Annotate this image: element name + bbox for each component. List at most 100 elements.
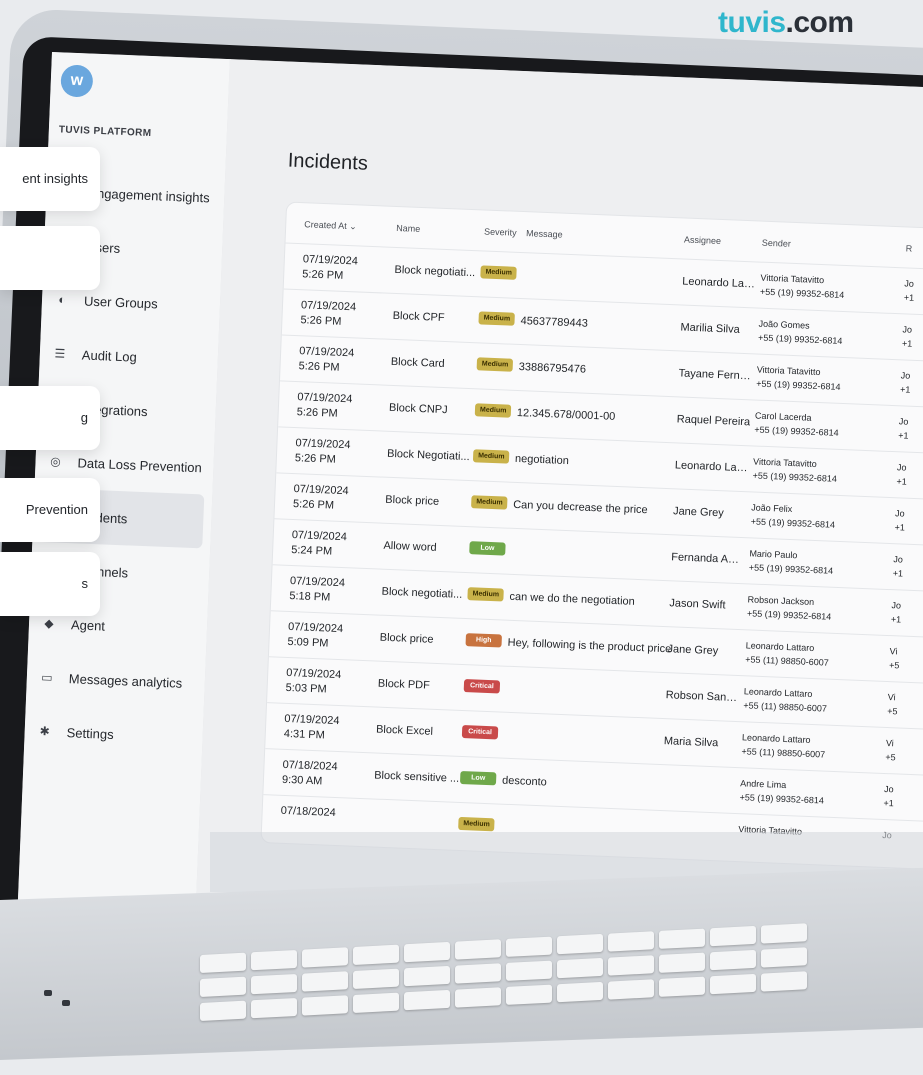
cell-severity: Medium	[477, 356, 514, 371]
cell-time: 5:26 PM	[302, 267, 358, 284]
cell-message: desconto	[502, 775, 547, 789]
cell-sender: Vittoria Tatavitto+55 (19) 99352-6814	[752, 454, 837, 485]
header-assignee: Assignee	[684, 235, 721, 246]
cell-receiver: Jo+1	[891, 598, 902, 626]
receiver-phone: +1	[900, 382, 911, 396]
header-sender: Sender	[762, 238, 791, 249]
cell-name: Block price	[385, 494, 471, 509]
cell-severity: Medium	[467, 586, 504, 601]
cell-severity: Low	[460, 770, 497, 785]
cell-name: Block Card	[391, 356, 477, 371]
sidebar-item-label: User Groups	[84, 293, 158, 311]
severity-badge: Medium	[471, 495, 508, 509]
cell-name: Block PDF	[378, 678, 464, 693]
cell-created-at: 07/19/20245:24 PM	[291, 528, 347, 560]
cell-sender: Carol Lacerda+55 (19) 99352-6814	[754, 409, 839, 440]
receiver-phone: +1	[883, 796, 894, 810]
cell-time: 5:26 PM	[296, 405, 352, 422]
brand-part-1: tuvis	[718, 6, 786, 39]
severity-badge: Medium	[477, 357, 514, 371]
cell-assignee: Leonardo Latta...	[675, 459, 749, 474]
header-severity: Severity	[484, 226, 517, 237]
cell-assignee: Robson Santos	[665, 689, 739, 704]
receiver-phone: +1	[896, 474, 907, 488]
cell-assignee: Raquel Pereira	[677, 413, 751, 428]
sender-phone: +55 (19) 99352-6814	[749, 560, 834, 577]
receiver-name: Jo	[884, 782, 895, 796]
receiver-phone: +1	[902, 336, 913, 350]
cell-name: Allow word	[383, 540, 469, 555]
cell-name: Block negotiati...	[394, 264, 480, 279]
sender-phone: +55 (11) 98850-6007	[743, 698, 827, 715]
cell-created-at: 07/19/20245:03 PM	[285, 666, 341, 698]
cell-sender: João Gomes+55 (19) 99352-6814	[758, 317, 843, 348]
floating-callout: g	[0, 386, 100, 450]
cell-receiver: Vi+5	[889, 644, 900, 672]
cell-time: 5:18 PM	[289, 589, 345, 606]
receiver-name: Jo	[895, 506, 906, 520]
sender-phone: +55 (19) 99352-6814	[756, 377, 841, 394]
severity-badge: Medium	[467, 587, 504, 601]
cell-sender: Vittoria Tatavitto+55 (19) 99352-6814	[756, 363, 841, 394]
cell-message: Hey, following is the product price	[507, 637, 671, 656]
cell-assignee	[660, 827, 734, 830]
cell-time: 4:31 PM	[284, 727, 340, 744]
cell-time: 5:26 PM	[298, 359, 354, 376]
cell-message: Can you decrease the price	[513, 499, 648, 516]
sidebar-item-messages-analytics[interactable]: ▭Messages analytics	[26, 650, 206, 711]
cell-date: 07/18/2024	[280, 804, 336, 821]
list-icon: ☰	[52, 346, 69, 361]
cell-name: Block Excel	[376, 724, 462, 739]
header-created-at[interactable]: Created At ⌄	[304, 219, 357, 232]
sidebar-item-settings[interactable]: ✱ Settings	[24, 703, 204, 764]
receiver-name: Jo	[893, 552, 904, 566]
receiver-name: Jo	[899, 414, 910, 428]
callout-label: g	[81, 410, 88, 425]
cell-severity: Low	[469, 540, 506, 555]
cell-time: 5:26 PM	[293, 497, 349, 514]
cell-sender: Robson Jackson+55 (19) 99352-6814	[747, 592, 832, 623]
cell-severity: Medium	[471, 494, 508, 509]
cell-assignee: Jane Grey	[673, 505, 747, 520]
cell-severity: Medium	[478, 310, 515, 325]
sender-phone: +55 (11) 98850-6007	[745, 652, 829, 669]
cell-sender: Leonardo Lattaro+55 (11) 98850-6007	[743, 684, 828, 715]
receiver-phone: +5	[885, 750, 896, 764]
receiver-phone: +5	[889, 658, 900, 672]
gear-icon: ✱	[36, 724, 53, 739]
sidebar-item-label: Settings	[66, 725, 114, 742]
app-logo[interactable]: w	[60, 64, 93, 97]
header-message: Message	[526, 228, 563, 239]
cell-receiver: Vi+5	[887, 690, 898, 718]
cell-severity: Critical	[462, 724, 499, 739]
cell-assignee: Tayane Fernan...	[678, 367, 752, 382]
receiver-name: Vi	[886, 736, 897, 750]
receiver-name: Jo	[897, 460, 908, 474]
brand-logo: tuvis.com	[718, 6, 854, 40]
usb-port	[62, 1000, 70, 1006]
sender-phone: +55 (19) 99352-6814	[754, 422, 839, 439]
cell-created-at: 07/19/20245:26 PM	[298, 344, 354, 376]
receiver-phone: +1	[892, 566, 903, 580]
severity-badge: Medium	[458, 817, 495, 831]
header-receiver: R	[906, 243, 913, 253]
cell-created-at: 07/19/20245:26 PM	[302, 252, 358, 284]
receiver-phone: +5	[887, 704, 898, 718]
cell-severity: Critical	[464, 678, 501, 693]
cell-message: 33886795476	[518, 361, 586, 376]
severity-badge: Medium	[475, 403, 512, 417]
sidebar-item-label: Engagement insights	[88, 185, 210, 205]
cell-assignee: Jane Grey	[667, 643, 741, 658]
usb-port	[44, 990, 52, 996]
cell-severity: Medium	[473, 448, 510, 463]
callout-label: Prevention	[26, 502, 88, 517]
floating-callout	[0, 226, 100, 290]
cell-created-at: 07/18/2024	[280, 804, 336, 821]
cell-time: 5:03 PM	[285, 681, 341, 698]
sidebar-item-audit-log[interactable]: ☰Audit Log	[39, 326, 219, 387]
sender-phone: +55 (19) 99352-6814	[739, 790, 824, 807]
callout-label: s	[82, 576, 89, 591]
cell-assignee: Leonardo Latta...	[682, 275, 756, 290]
cell-created-at: 07/19/20244:31 PM	[284, 712, 340, 744]
brand-part-2: .com	[786, 6, 854, 39]
